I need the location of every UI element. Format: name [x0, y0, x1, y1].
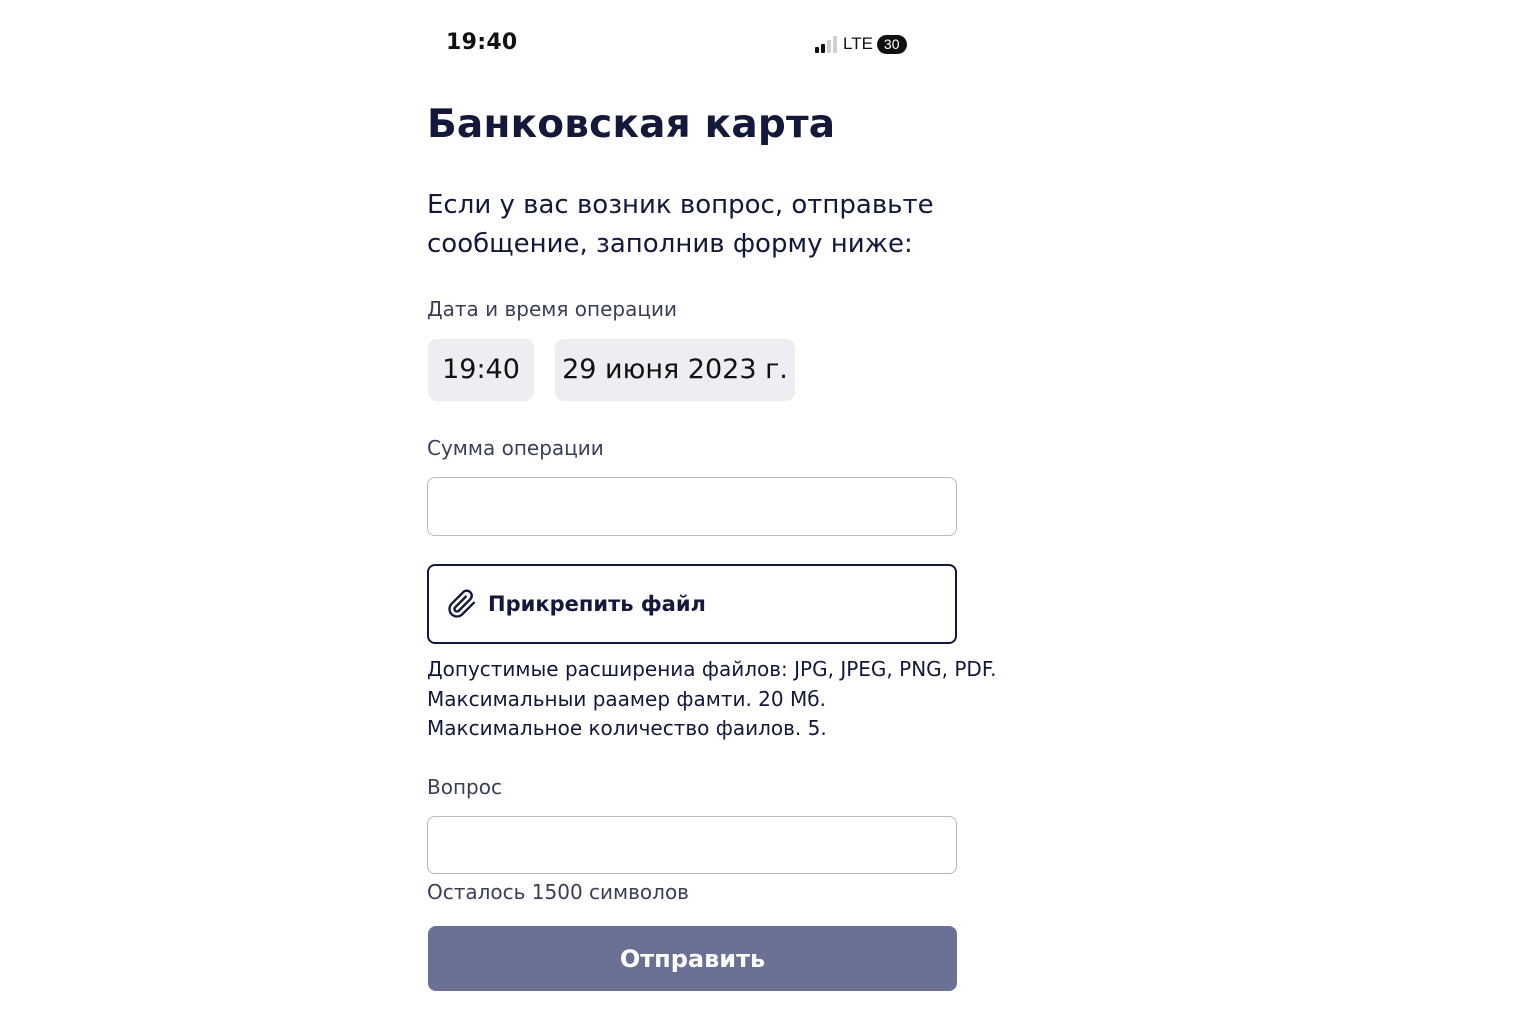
submit-button[interactable]: Отправить: [428, 926, 957, 991]
question-input[interactable]: [427, 816, 957, 874]
attach-file-button[interactable]: Прикрепить файл: [427, 564, 957, 644]
question-label: Вопрос: [427, 775, 502, 799]
intro-text: Если у вас возник вопрос, отправьте сооб…: [427, 190, 934, 259]
amount-label: Сумма операции: [427, 436, 604, 460]
operation-date-picker[interactable]: 29 июня 2023 г.: [555, 339, 795, 401]
file-hint-size: Максимальныи раамер фамти. 20 Мб.: [427, 686, 826, 711]
status-time: 19:40: [446, 30, 518, 55]
file-hint-extensions: Допустимые расширениа файлов: JPG, JPEG,…: [427, 657, 997, 681]
status-indicators: LTE 30: [815, 32, 907, 56]
datetime-label: Дата и время операции: [427, 297, 677, 321]
file-hints: Допустимые расширениа файлов: JPG, JPEG,…: [427, 655, 996, 744]
paperclip-icon: [447, 589, 477, 619]
chars-remaining: Осталось 1500 символов: [427, 880, 689, 904]
operation-time-picker[interactable]: 19:40: [428, 339, 534, 401]
attach-file-label: Прикрепить файл: [488, 592, 706, 616]
screen: 19:40 LTE 30 Банковская карта Если у вас…: [0, 0, 1536, 1024]
amount-input[interactable]: [427, 477, 957, 536]
signal-icon: [815, 35, 837, 53]
network-type: LTE: [843, 34, 873, 53]
battery-badge: 30: [876, 34, 907, 54]
file-hint-count: Максимальное количество фаилов. 5.: [427, 716, 827, 740]
page-title: Банковская карта: [427, 102, 836, 147]
